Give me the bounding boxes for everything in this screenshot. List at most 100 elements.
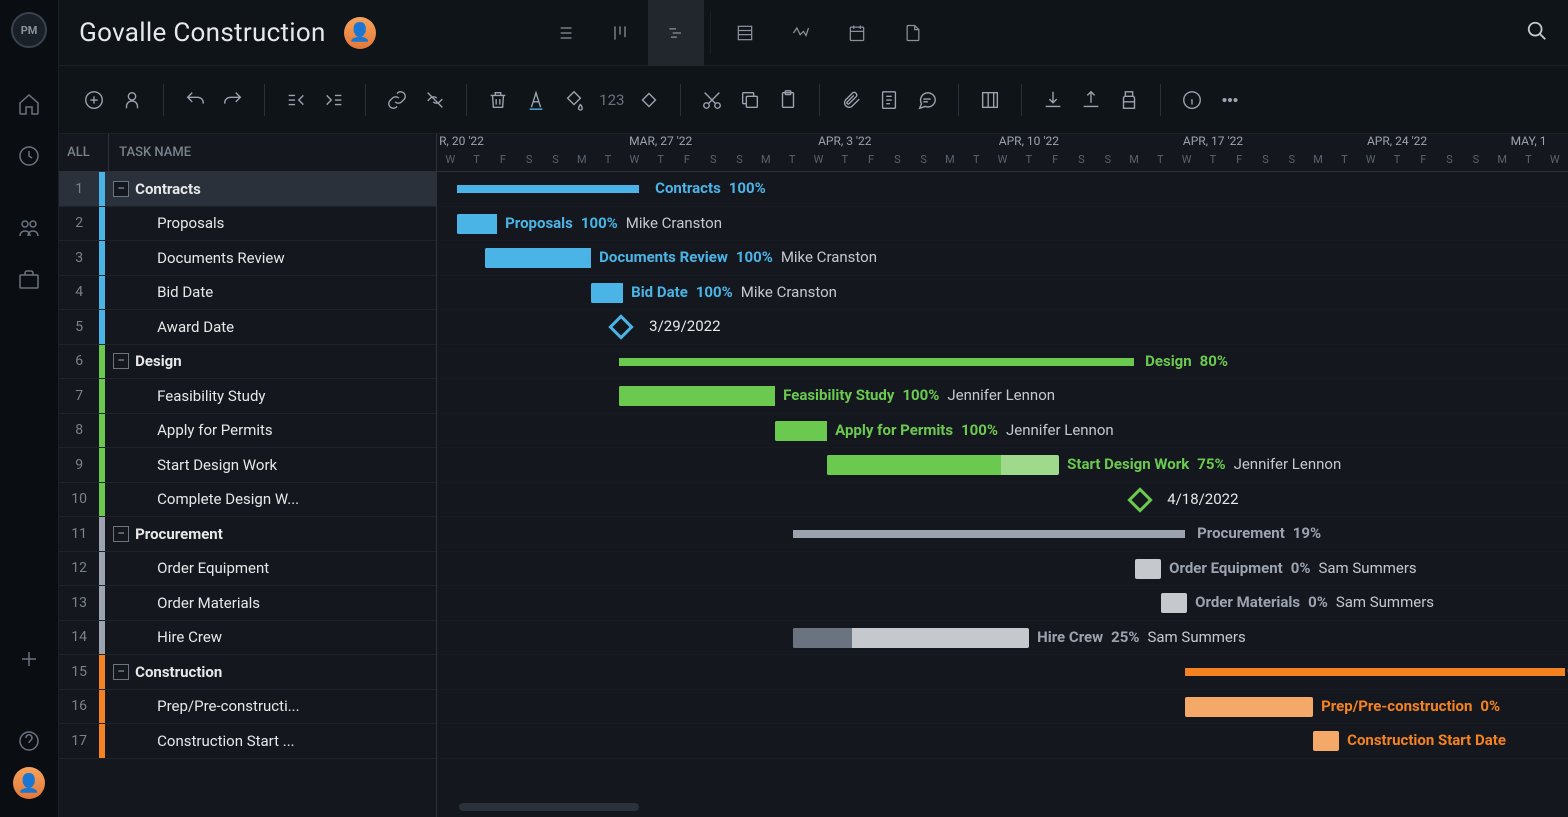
task-bar[interactable] [1313,731,1339,751]
task-row[interactable]: 15−Construction [59,655,436,690]
task-bar[interactable] [1161,593,1187,613]
project-owner-avatar[interactable]: 👤 [344,17,376,49]
task-row[interactable]: 1−Contracts [59,172,436,207]
workload-view-tab[interactable] [773,0,829,66]
more-button[interactable] [1215,85,1245,115]
task-bar[interactable] [591,283,623,303]
cut-button[interactable] [697,85,727,115]
task-bar[interactable] [1185,697,1313,717]
gantt-panel[interactable]: R, 20 '22MAR, 27 '22APR, 3 '22APR, 10 '2… [437,134,1568,817]
task-row[interactable]: 14Hire Crew [59,621,436,656]
summary-bar[interactable] [793,530,1185,538]
task-row[interactable]: 9Start Design Work [59,448,436,483]
gantt-row[interactable]: Start Design Work75%Jennifer Lennon [437,448,1568,483]
unlink-button[interactable] [420,85,450,115]
calendar-view-tab[interactable] [829,0,885,66]
app-logo[interactable]: PM [11,12,47,48]
add-icon[interactable] [17,647,41,671]
gantt-row[interactable]: Order Equipment0%Sam Summers [437,552,1568,587]
gantt-row[interactable]: Contracts100% [437,172,1568,207]
gantt-row[interactable]: Hire Crew25%Sam Summers [437,621,1568,656]
indent-button[interactable] [319,85,349,115]
task-bar[interactable] [827,455,1059,475]
milestone-marker[interactable] [608,314,633,339]
add-task-button[interactable] [79,85,109,115]
assign-button[interactable] [117,85,147,115]
team-icon[interactable] [17,216,41,240]
search-button[interactable] [1526,20,1548,46]
home-icon[interactable] [17,92,41,116]
portfolio-icon[interactable] [17,268,41,292]
sheet-view-tab[interactable] [717,0,773,66]
gantt-row[interactable]: 3/29/2022 [437,310,1568,345]
task-row[interactable]: 16Prep/Pre-constructi... [59,690,436,725]
gantt-body[interactable]: Contracts100%Proposals100%Mike CranstonD… [437,172,1568,759]
task-row[interactable]: 10Complete Design W... [59,483,436,518]
export-button[interactable] [1076,85,1106,115]
undo-button[interactable] [180,85,210,115]
gantt-row[interactable]: Prep/Pre-construction0% [437,690,1568,725]
outdent-button[interactable] [281,85,311,115]
columns-button[interactable] [975,85,1005,115]
files-view-tab[interactable] [885,0,941,66]
redo-button[interactable] [218,85,248,115]
gantt-row[interactable]: Construction [437,655,1568,690]
collapse-toggle[interactable]: − [113,526,129,542]
task-row[interactable]: 6−Design [59,345,436,380]
summary-bar[interactable] [619,358,1134,366]
user-avatar[interactable]: 👤 [13,767,45,799]
horizontal-scrollbar[interactable] [459,803,639,811]
task-row[interactable]: 7Feasibility Study [59,379,436,414]
notes-button[interactable] [874,85,904,115]
text-color-button[interactable] [521,85,551,115]
collapse-toggle[interactable]: − [113,181,129,197]
task-bar[interactable] [619,386,775,406]
column-task-name[interactable]: TASK NAME [109,145,191,160]
task-row[interactable]: 11−Procurement [59,517,436,552]
gantt-row[interactable]: Proposals100%Mike Cranston [437,207,1568,242]
fill-color-button[interactable] [559,85,589,115]
gantt-row[interactable]: Design80% [437,345,1568,380]
summary-bar[interactable] [1185,668,1565,676]
gantt-row[interactable]: Construction Start Date [437,724,1568,759]
gantt-row[interactable]: 4/18/2022 [437,483,1568,518]
task-bar[interactable] [1135,559,1161,579]
comment-button[interactable] [912,85,942,115]
task-bar[interactable] [457,214,497,234]
link-button[interactable] [382,85,412,115]
copy-button[interactable] [735,85,765,115]
task-row[interactable]: 13Order Materials [59,586,436,621]
collapse-toggle[interactable]: − [113,353,129,369]
gantt-row[interactable]: Bid Date100%Mike Cranston [437,276,1568,311]
gantt-row[interactable]: Feasibility Study100%Jennifer Lennon [437,379,1568,414]
import-button[interactable] [1038,85,1068,115]
attach-button[interactable] [836,85,866,115]
print-button[interactable] [1114,85,1144,115]
task-row[interactable]: 3Documents Review [59,241,436,276]
paste-button[interactable] [773,85,803,115]
collapse-toggle[interactable]: − [113,664,129,680]
info-button[interactable] [1177,85,1207,115]
board-view-tab[interactable] [592,0,648,66]
column-all[interactable]: ALL [59,134,109,171]
list-view-tab[interactable] [536,0,592,66]
task-bar[interactable] [775,421,827,441]
milestone-button[interactable] [634,85,664,115]
task-row[interactable]: 4Bid Date [59,276,436,311]
task-row[interactable]: 5Award Date [59,310,436,345]
gantt-view-tab[interactable] [648,0,704,66]
milestone-marker[interactable] [1127,487,1152,512]
help-icon[interactable] [17,729,41,753]
delete-button[interactable] [483,85,513,115]
task-bar[interactable] [485,248,591,268]
task-bar[interactable] [793,628,1029,648]
task-row[interactable]: 12Order Equipment [59,552,436,587]
gantt-row[interactable]: Apply for Permits100%Jennifer Lennon [437,414,1568,449]
summary-bar[interactable] [457,185,639,193]
gantt-row[interactable]: Documents Review100%Mike Cranston [437,241,1568,276]
gantt-row[interactable]: Procurement19% [437,517,1568,552]
task-row[interactable]: 8Apply for Permits [59,414,436,449]
task-row[interactable]: 2Proposals [59,207,436,242]
recent-icon[interactable] [17,144,41,168]
task-row[interactable]: 17Construction Start ... [59,724,436,759]
